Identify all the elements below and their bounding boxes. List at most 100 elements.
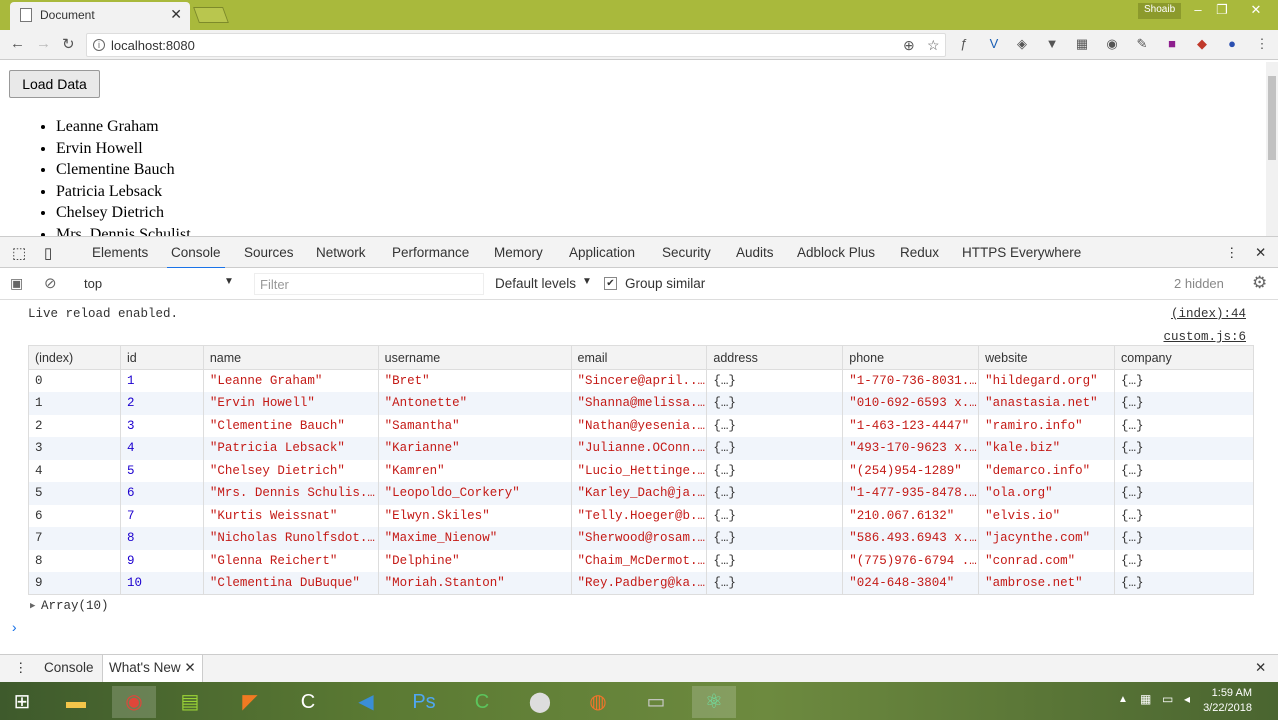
- table-cell[interactable]: {…}: [1114, 549, 1254, 572]
- extension-v-icon[interactable]: V: [986, 36, 1002, 52]
- extension-fx-icon[interactable]: ƒ: [956, 36, 972, 52]
- omnibox[interactable]: i localhost:8080 ⊕ ☆: [86, 33, 946, 57]
- tab-console[interactable]: Console: [167, 245, 225, 269]
- settings-gear-icon[interactable]: ⚙: [1252, 273, 1267, 293]
- tab-redux[interactable]: Redux: [900, 245, 939, 260]
- table-cell[interactable]: {…}: [706, 482, 844, 505]
- close-tab-icon[interactable]: ✕: [184, 660, 195, 675]
- extension-grid-icon[interactable]: ▦: [1074, 36, 1090, 52]
- column-header[interactable]: website: [978, 345, 1116, 370]
- tab-network[interactable]: Network: [316, 245, 366, 260]
- sublime-icon[interactable]: ◤: [228, 686, 272, 718]
- extension-eyedropper-icon[interactable]: ✎: [1134, 36, 1150, 52]
- load-data-button[interactable]: Load Data: [9, 70, 100, 98]
- chevron-down-icon[interactable]: ▼: [582, 276, 592, 287]
- extension-box-icon[interactable]: ■: [1164, 36, 1180, 52]
- table-cell[interactable]: {…}: [706, 437, 844, 460]
- table-cell[interactable]: {…}: [706, 527, 844, 550]
- console-prompt[interactable]: ›: [10, 621, 18, 637]
- column-header[interactable]: email: [570, 345, 708, 370]
- table-cell[interactable]: {…}: [706, 414, 844, 437]
- tab-audits[interactable]: Audits: [736, 245, 774, 260]
- table-cell[interactable]: {…}: [706, 572, 844, 595]
- atom-icon[interactable]: ⚛: [692, 686, 736, 718]
- tab-memory[interactable]: Memory: [494, 245, 543, 260]
- table-cell[interactable]: {…}: [1114, 459, 1254, 482]
- reload-icon[interactable]: ↻: [62, 35, 75, 53]
- array-label[interactable]: Array(10): [41, 599, 109, 613]
- vscode-icon[interactable]: ◀: [344, 686, 388, 718]
- log-source-link[interactable]: (index):44: [1171, 307, 1246, 321]
- table-cell[interactable]: {…}: [1114, 369, 1254, 392]
- tray-monitor-icon[interactable]: ▭: [1162, 692, 1173, 706]
- tray-arrow-icon[interactable]: ▲: [1118, 694, 1128, 705]
- group-similar-checkbox[interactable]: ✔: [604, 277, 617, 290]
- table-cell[interactable]: {…}: [1114, 504, 1254, 527]
- restore-icon[interactable]: ❐: [1210, 2, 1234, 22]
- info-icon[interactable]: i: [93, 39, 105, 51]
- close-window-icon[interactable]: ✕: [1244, 2, 1268, 22]
- clock[interactable]: 1:59 AM 3/22/2018: [1203, 686, 1252, 716]
- extension-shield-icon[interactable]: ◈: [1014, 36, 1030, 52]
- inspect-icon[interactable]: ⬚: [12, 244, 26, 262]
- table-cell[interactable]: {…}: [706, 392, 844, 415]
- menu-icon[interactable]: ⋮: [1254, 36, 1270, 52]
- column-header[interactable]: company: [1114, 345, 1254, 370]
- table-cell[interactable]: {…}: [706, 504, 844, 527]
- browser-tab[interactable]: Document ✕: [10, 2, 190, 30]
- table-cell[interactable]: {…}: [1114, 392, 1254, 415]
- extension-round-icon[interactable]: ●: [1224, 36, 1240, 52]
- table-cell[interactable]: {…}: [1114, 527, 1254, 550]
- table-cell[interactable]: {…}: [1114, 437, 1254, 460]
- tab-adblock-plus[interactable]: Adblock Plus: [797, 245, 875, 260]
- page-scrollbar[interactable]: [1266, 62, 1278, 236]
- scrollbar-thumb[interactable]: [1268, 76, 1276, 160]
- column-header[interactable]: phone: [842, 345, 980, 370]
- context-select[interactable]: top: [84, 276, 102, 291]
- filter-input[interactable]: Filter: [254, 273, 484, 295]
- expand-arrow-icon[interactable]: ▶: [30, 601, 35, 611]
- table-cell[interactable]: {…}: [1114, 482, 1254, 505]
- table-cell[interactable]: {…}: [1114, 414, 1254, 437]
- table-cell[interactable]: {…}: [706, 549, 844, 572]
- zoom-icon[interactable]: ⊕: [903, 37, 915, 54]
- table-cell[interactable]: {…}: [706, 459, 844, 482]
- file-explorer-icon[interactable]: ▬: [54, 686, 98, 718]
- close-devtools-icon[interactable]: ✕: [1255, 245, 1266, 261]
- url-text[interactable]: localhost:8080: [111, 38, 195, 53]
- extension-filter-icon[interactable]: ▼: [1044, 36, 1060, 52]
- code-editor-icon[interactable]: C: [286, 686, 330, 718]
- chevron-down-icon[interactable]: ▼: [224, 276, 234, 287]
- terminal-icon[interactable]: ▤: [168, 686, 212, 718]
- back-icon[interactable]: ←: [10, 35, 25, 52]
- devtools-menu-icon[interactable]: ⋮: [1225, 245, 1239, 261]
- column-header[interactable]: address: [706, 345, 844, 370]
- profile-button[interactable]: Shoaib: [1138, 3, 1182, 19]
- tab-sources[interactable]: Sources: [244, 245, 294, 260]
- firefox-icon[interactable]: ◍: [576, 686, 620, 718]
- clear-console-icon[interactable]: ⊘: [44, 274, 57, 292]
- extension-camera-icon[interactable]: ◉: [1104, 36, 1120, 52]
- tab-performance[interactable]: Performance: [392, 245, 469, 260]
- extension-pocket-icon[interactable]: ◆: [1194, 36, 1210, 52]
- tab-security[interactable]: Security: [662, 245, 711, 260]
- close-drawer-icon[interactable]: ✕: [1255, 660, 1266, 676]
- drawer-tab-whats-new[interactable]: What's New ✕: [102, 655, 203, 682]
- column-header[interactable]: name: [202, 345, 379, 370]
- chrome-icon[interactable]: ◉: [112, 686, 156, 718]
- app-icon[interactable]: ⬤: [518, 686, 562, 718]
- drawer-menu-icon[interactable]: ⋮: [14, 660, 28, 676]
- column-header[interactable]: (index): [28, 345, 121, 370]
- tray-network-icon[interactable]: ▦: [1140, 692, 1151, 706]
- table-cell[interactable]: {…}: [706, 369, 844, 392]
- column-header[interactable]: id: [119, 345, 204, 370]
- column-header[interactable]: username: [377, 345, 572, 370]
- drawer-tab-console[interactable]: Console: [44, 660, 94, 675]
- tab-https-everywhere[interactable]: HTTPS Everywhere: [962, 245, 1081, 260]
- device-toolbar-icon[interactable]: ▯: [44, 244, 52, 262]
- window-icon[interactable]: ▭: [634, 686, 678, 718]
- levels-dropdown[interactable]: Default levels: [495, 276, 576, 291]
- photoshop-icon[interactable]: Ps: [402, 686, 446, 718]
- table-source-link[interactable]: custom.js:6: [1163, 330, 1246, 344]
- minimize-icon[interactable]: –: [1186, 2, 1210, 22]
